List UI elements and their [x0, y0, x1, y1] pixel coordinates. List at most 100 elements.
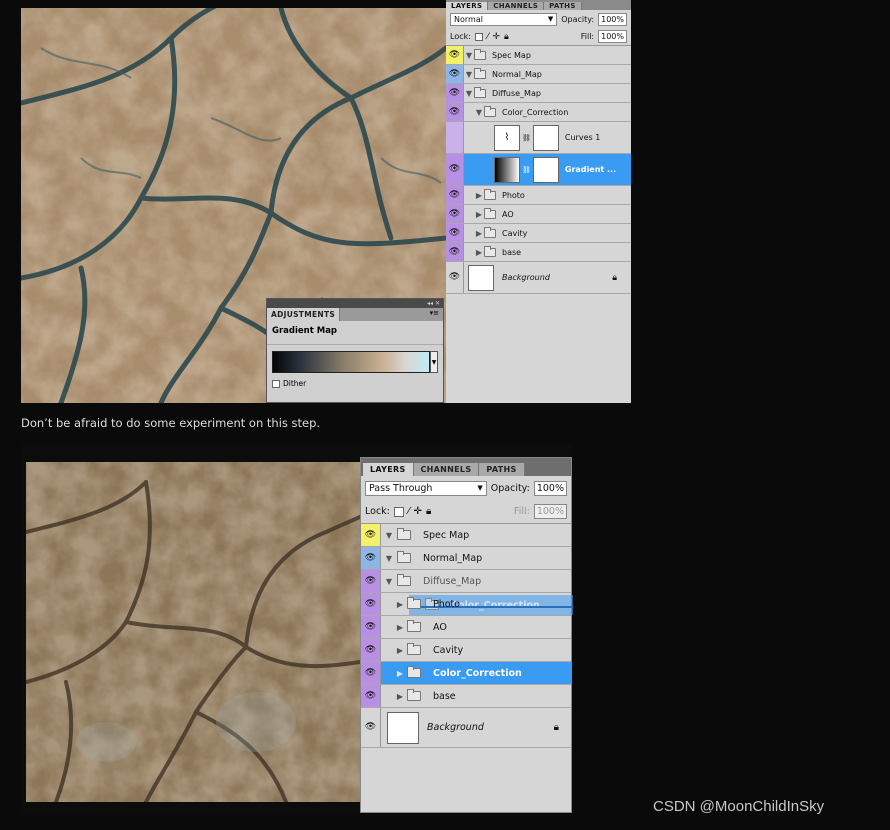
background-thumbnail — [387, 711, 419, 744]
gradient-dropdown-arrow-icon[interactable]: ▼ — [430, 351, 438, 373]
visibility-eye-icon[interactable]: 👁︎ — [446, 186, 464, 204]
expand-arrow-icon[interactable]: ▼ — [464, 70, 474, 79]
visibility-eye-icon[interactable] — [446, 122, 464, 153]
visibility-eye-icon[interactable]: 👁︎ — [446, 243, 464, 261]
expand-arrow-icon[interactable]: ▶ — [393, 646, 407, 655]
expand-arrow-icon[interactable]: ▼ — [464, 51, 474, 60]
layer-curves-1[interactable]: ⌇ ⛓ Curves 1 — [446, 122, 631, 154]
layer-color-correction[interactable]: 👁︎ ▶ Color_Correction — [361, 662, 571, 685]
opacity-label: Opacity: — [561, 14, 595, 24]
expand-arrow-icon[interactable]: ▼ — [381, 531, 397, 540]
layer-color-correction[interactable]: 👁︎ ▼ Color_Correction — [446, 103, 631, 122]
lock-label: Lock: — [365, 506, 390, 517]
visibility-eye-icon[interactable]: 👁︎ — [361, 616, 381, 638]
visibility-eye-icon[interactable]: 👁︎ — [361, 662, 381, 684]
lock-transparency-icon[interactable] — [393, 506, 404, 517]
tab-channels[interactable]: CHANNELS — [413, 463, 480, 476]
layer-photo[interactable]: 👁︎ ▶ Photo — [361, 593, 571, 616]
expand-arrow-icon[interactable]: ▼ — [464, 89, 474, 98]
visibility-eye-icon[interactable]: 👁︎ — [361, 685, 381, 707]
expand-arrow-icon[interactable]: ▼ — [381, 577, 397, 586]
expand-arrow-icon[interactable]: ▶ — [474, 229, 484, 238]
folder-icon — [474, 67, 486, 79]
expand-arrow-icon[interactable]: ▶ — [393, 669, 407, 678]
lock-move-icon[interactable]: ✛ — [492, 32, 500, 42]
lock-label: Lock: — [450, 32, 471, 41]
blend-mode-select[interactable]: Pass Through ▼ — [365, 480, 487, 496]
folder-icon — [484, 207, 496, 219]
folder-icon — [407, 643, 421, 655]
expand-arrow-icon[interactable]: ▶ — [393, 623, 407, 632]
expand-arrow-icon[interactable]: ▶ — [393, 600, 407, 609]
tab-paths[interactable]: PATHS — [544, 2, 582, 10]
lock-brush-icon[interactable]: ⁄ — [487, 32, 489, 42]
dither-label: Dither — [283, 379, 307, 388]
tab-adjustments[interactable]: ADJUSTMENTS — [267, 308, 341, 321]
layer-cavity[interactable]: 👁︎ ▶ Cavity — [446, 224, 631, 243]
layer-spec-map[interactable]: 👁︎ ▼ Spec Map — [446, 46, 631, 65]
visibility-eye-icon[interactable]: 👁︎ — [361, 708, 381, 747]
visibility-eye-icon[interactable]: 👁︎ — [446, 154, 464, 185]
expand-arrow-icon[interactable]: ▶ — [474, 210, 484, 219]
tab-layers[interactable]: LAYERS — [363, 463, 414, 476]
visibility-eye-icon[interactable]: 👁︎ — [446, 205, 464, 223]
expand-arrow-icon[interactable]: ▶ — [393, 692, 407, 701]
opacity-input[interactable]: 100% — [533, 480, 567, 496]
visibility-eye-icon[interactable]: 👁︎ — [446, 103, 464, 121]
chain-link-icon: ⛓ — [522, 133, 531, 142]
expand-arrow-icon[interactable]: ▼ — [474, 108, 484, 117]
layer-base[interactable]: 👁︎ ▶ base — [361, 685, 571, 708]
layer-diffuse-map[interactable]: 👁︎ ▼ Diffuse_Map — [361, 570, 571, 593]
visibility-eye-icon[interactable]: 👁︎ — [361, 593, 381, 615]
expand-arrow-icon[interactable]: ▶ — [474, 191, 484, 200]
background-thumbnail — [468, 264, 494, 291]
layer-base[interactable]: 👁︎ ▶ base — [446, 243, 631, 262]
layer-photo[interactable]: 👁︎ ▶ Photo — [446, 186, 631, 205]
layer-ao[interactable]: 👁︎ ▶ AO — [446, 205, 631, 224]
panel-menu-icon[interactable]: ▾≡ — [426, 308, 443, 321]
expand-arrow-icon[interactable]: ▼ — [381, 554, 397, 563]
dropdown-arrow-icon: ▼ — [477, 484, 483, 492]
layer-gradient-map[interactable]: 👁︎ ⛓ Gradient ... — [446, 154, 631, 186]
layer-name: Cavity — [433, 644, 464, 656]
lock-icon: 🔒︎ — [553, 722, 559, 733]
lock-all-icon[interactable]: 🔒︎ — [504, 32, 509, 42]
folder-icon — [397, 528, 411, 540]
visibility-eye-icon[interactable]: 👁︎ — [361, 570, 381, 592]
blend-mode-select[interactable]: Normal ▼ — [450, 12, 558, 26]
expand-arrow-icon[interactable]: ▶ — [474, 248, 484, 257]
opacity-input[interactable]: 100% — [598, 12, 627, 26]
curves-thumbnail-icon: ⌇ — [494, 124, 520, 151]
layer-normal-map[interactable]: 👁︎ ▼ Normal_Map — [361, 547, 571, 570]
layer-normal-map[interactable]: 👁︎ ▼ Normal_Map — [446, 65, 631, 84]
dropdown-arrow-icon: ▼ — [547, 15, 554, 23]
lock-all-icon[interactable]: 🔒︎ — [426, 506, 431, 517]
tab-paths[interactable]: PATHS — [479, 463, 525, 476]
layer-cavity[interactable]: 👁︎ ▶ Cavity — [361, 639, 571, 662]
layer-spec-map[interactable]: 👁︎ ▼ Spec Map — [361, 524, 571, 547]
panel-titlebar[interactable]: ◂◂ ✕ — [267, 299, 443, 308]
visibility-eye-icon[interactable]: 👁︎ — [446, 84, 464, 102]
lock-move-icon[interactable]: ✛ — [414, 506, 422, 517]
rock-texture-image-2 — [26, 462, 360, 802]
fill-label: Fill: — [513, 506, 530, 517]
dither-checkbox[interactable] — [272, 379, 280, 388]
visibility-eye-icon[interactable]: 👁︎ — [446, 262, 464, 293]
layer-ao[interactable]: 👁︎ ▶ AO — [361, 616, 571, 639]
gradient-preview-bar[interactable] — [272, 351, 431, 373]
visibility-eye-icon[interactable]: 👁︎ — [361, 547, 381, 569]
layer-background[interactable]: 👁︎ Background 🔒︎ — [361, 708, 571, 748]
layer-background[interactable]: 👁︎ Background 🔒︎ — [446, 262, 631, 294]
lock-transparency-icon[interactable] — [474, 32, 483, 41]
visibility-eye-icon[interactable]: 👁︎ — [361, 639, 381, 661]
visibility-eye-icon[interactable]: 👁︎ — [446, 224, 464, 242]
tab-channels[interactable]: CHANNELS — [488, 2, 545, 10]
visibility-eye-icon[interactable]: 👁︎ — [446, 46, 464, 64]
visibility-eye-icon[interactable]: 👁︎ — [361, 524, 381, 546]
collapse-icon[interactable]: ◂◂ ✕ — [427, 300, 440, 307]
fill-input[interactable]: 100% — [598, 30, 627, 43]
tab-layers[interactable]: LAYERS — [446, 2, 489, 10]
visibility-eye-icon[interactable]: 👁︎ — [446, 65, 464, 83]
lock-brush-icon[interactable]: ⁄ — [408, 506, 410, 517]
layer-diffuse-map[interactable]: 👁︎ ▼ Diffuse_Map — [446, 84, 631, 103]
